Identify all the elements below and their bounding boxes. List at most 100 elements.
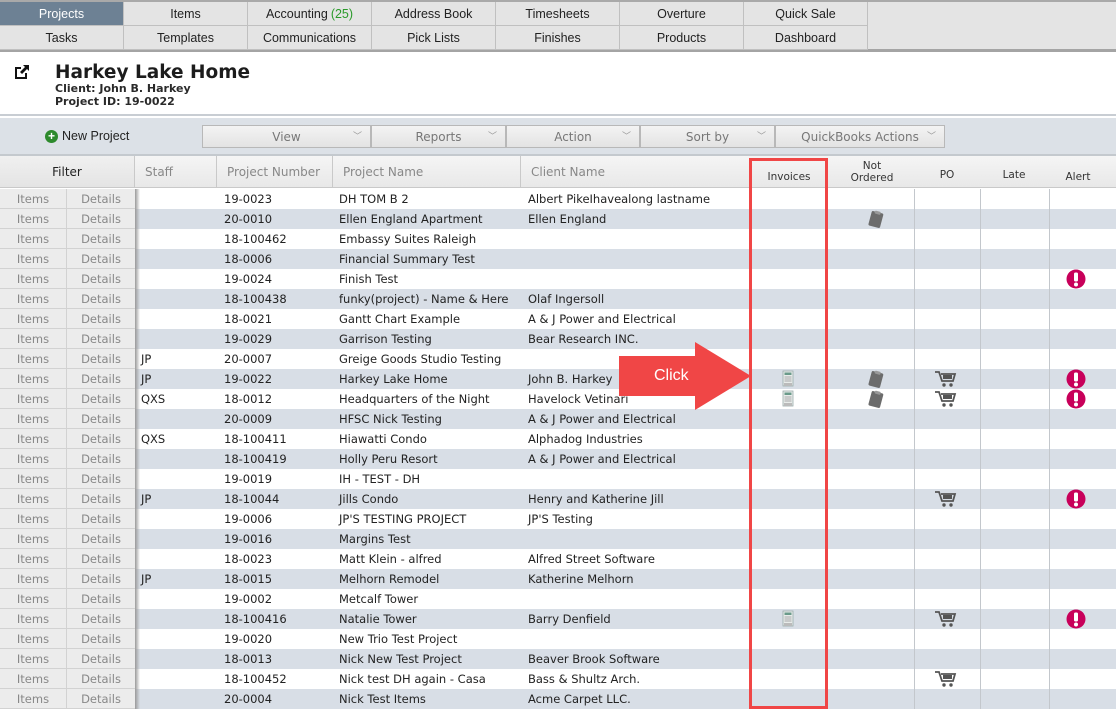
items-link[interactable]: Items bbox=[0, 209, 67, 229]
shopping-cart-icon[interactable] bbox=[933, 609, 959, 629]
project-name-cell[interactable]: Ellen England Apartment bbox=[339, 209, 483, 229]
project-row[interactable]: Items Details QXS 18-100411 Hiawatti Condo Al… bbox=[0, 429, 1116, 449]
details-link[interactable]: Details bbox=[67, 649, 135, 669]
items-link[interactable]: Items bbox=[0, 389, 67, 409]
items-link[interactable]: Items bbox=[0, 549, 67, 569]
project-row[interactable]: Items Details 20-0009 HFSC Nick Testing A & … bbox=[0, 409, 1116, 429]
alert-icon[interactable] bbox=[1065, 269, 1087, 289]
items-link[interactable]: Items bbox=[0, 449, 67, 469]
project-name-cell[interactable]: Jills Condo bbox=[339, 489, 398, 509]
details-link[interactable]: Details bbox=[67, 689, 135, 709]
column-staff[interactable]: Staff bbox=[135, 156, 217, 187]
nav-tab-items[interactable]: Items bbox=[124, 2, 248, 26]
project-name-cell[interactable]: funky(project) - Name & Here bbox=[339, 289, 509, 309]
column-project-number[interactable]: Project Number bbox=[217, 156, 333, 187]
items-link[interactable]: Items bbox=[0, 309, 67, 329]
column-project-name[interactable]: Project Name bbox=[333, 156, 521, 187]
project-row[interactable]: Items Details 19-0016 Margins Test bbox=[0, 529, 1116, 549]
project-name-cell[interactable]: Holly Peru Resort bbox=[339, 449, 438, 469]
project-row[interactable]: Items Details 19-0023 DH TOM B 2 Albert Pike… bbox=[0, 189, 1116, 209]
details-link[interactable]: Details bbox=[67, 529, 135, 549]
clipboard-icon[interactable] bbox=[864, 389, 888, 409]
column-client-name[interactable]: Client Name bbox=[521, 156, 750, 187]
project-row[interactable]: Items Details 18-0021 Gantt Chart Example A … bbox=[0, 309, 1116, 329]
project-row[interactable]: Items Details 19-0002 Metcalf Tower bbox=[0, 589, 1116, 609]
project-name-cell[interactable]: Nick New Test Project bbox=[339, 649, 462, 669]
project-row[interactable]: Items Details 19-0024 Finish Test bbox=[0, 269, 1116, 289]
nav-tab-quick-sale[interactable]: Quick Sale bbox=[744, 2, 868, 26]
details-link[interactable]: Details bbox=[67, 429, 135, 449]
details-link[interactable]: Details bbox=[67, 369, 135, 389]
project-row[interactable]: Items Details 18-100416 Natalie Tower Barry … bbox=[0, 609, 1116, 629]
quickbooks-actions-dropdown[interactable]: QuickBooks Actions ﹀ bbox=[775, 125, 945, 148]
project-row[interactable]: Items Details QXS 18-0012 Headquarters of th… bbox=[0, 389, 1116, 409]
details-link[interactable]: Details bbox=[67, 229, 135, 249]
column-po[interactable]: PO bbox=[914, 159, 980, 190]
project-name-cell[interactable]: Headquarters of the Night bbox=[339, 389, 490, 409]
project-row[interactable]: Items Details JP 18-0015 Melhorn Remodel Kath… bbox=[0, 569, 1116, 589]
project-row[interactable]: Items Details JP 19-0022 Harkey Lake Home Joh… bbox=[0, 369, 1116, 389]
items-link[interactable]: Items bbox=[0, 469, 67, 489]
shopping-cart-icon[interactable] bbox=[933, 369, 959, 389]
items-link[interactable]: Items bbox=[0, 609, 67, 629]
details-link[interactable]: Details bbox=[67, 409, 135, 429]
project-row[interactable]: Items Details 19-0020 New Trio Test Project bbox=[0, 629, 1116, 649]
details-link[interactable]: Details bbox=[67, 209, 135, 229]
project-name-cell[interactable]: HFSC Nick Testing bbox=[339, 409, 442, 429]
details-link[interactable]: Details bbox=[67, 189, 135, 209]
items-link[interactable]: Items bbox=[0, 589, 67, 609]
column-alert[interactable]: Alert bbox=[1048, 161, 1108, 192]
project-name-cell[interactable]: Greige Goods Studio Testing bbox=[339, 349, 501, 369]
nav-tab-address-book[interactable]: Address Book bbox=[372, 2, 496, 26]
project-row[interactable]: Items Details 18-100462 Embassy Suites Rale… bbox=[0, 229, 1116, 249]
clipboard-icon[interactable] bbox=[864, 209, 888, 229]
project-name-cell[interactable]: Gantt Chart Example bbox=[339, 309, 460, 329]
details-link[interactable]: Details bbox=[67, 329, 135, 349]
items-link[interactable]: Items bbox=[0, 569, 67, 589]
project-row[interactable]: Items Details 18-100419 Holly Peru Resort A … bbox=[0, 449, 1116, 469]
column-not-ordered[interactable]: Not Ordered bbox=[830, 156, 914, 187]
sort-by-dropdown[interactable]: Sort by ﹀ bbox=[640, 125, 775, 148]
nav-tab-communications[interactable]: Communications bbox=[248, 26, 372, 50]
nav-tab-products[interactable]: Products bbox=[620, 26, 744, 50]
project-row[interactable]: Items Details 18-0023 Matt Klein - alfred Al… bbox=[0, 549, 1116, 569]
details-link[interactable]: Details bbox=[67, 249, 135, 269]
details-link[interactable]: Details bbox=[67, 469, 135, 489]
items-link[interactable]: Items bbox=[0, 289, 67, 309]
project-name-cell[interactable]: Harkey Lake Home bbox=[339, 369, 448, 389]
project-name-cell[interactable]: New Trio Test Project bbox=[339, 629, 457, 649]
reports-dropdown[interactable]: Reports ﹀ bbox=[371, 125, 506, 148]
details-link[interactable]: Details bbox=[67, 309, 135, 329]
project-name-cell[interactable]: Financial Summary Test bbox=[339, 249, 475, 269]
project-row[interactable]: Items Details 20-0004 Nick Test Items Acme C… bbox=[0, 689, 1116, 709]
details-link[interactable]: Details bbox=[67, 669, 135, 689]
project-name-cell[interactable]: Margins Test bbox=[339, 529, 411, 549]
details-link[interactable]: Details bbox=[67, 489, 135, 509]
items-link[interactable]: Items bbox=[0, 429, 67, 449]
items-link[interactable]: Items bbox=[0, 369, 67, 389]
open-external-icon[interactable] bbox=[13, 63, 31, 81]
items-link[interactable]: Items bbox=[0, 269, 67, 289]
nav-tab-templates[interactable]: Templates bbox=[124, 26, 248, 50]
project-row[interactable]: Items Details 19-0029 Garrison Testing Bear … bbox=[0, 329, 1116, 349]
project-name-cell[interactable]: Melhorn Remodel bbox=[339, 569, 439, 589]
view-dropdown[interactable]: View ﹀ bbox=[202, 125, 371, 148]
action-dropdown[interactable]: Action ﹀ bbox=[506, 125, 640, 148]
project-name-cell[interactable]: IH - TEST - DH bbox=[339, 469, 420, 489]
project-row[interactable]: Items Details 19-0006 JP'S TESTING PROJECT J… bbox=[0, 509, 1116, 529]
nav-tab-timesheets[interactable]: Timesheets bbox=[496, 2, 620, 26]
project-row[interactable]: Items Details 18-0013 Nick New Test Project… bbox=[0, 649, 1116, 669]
details-link[interactable]: Details bbox=[67, 449, 135, 469]
project-name-cell[interactable]: Nick test DH again - Casa bbox=[339, 669, 486, 689]
details-link[interactable]: Details bbox=[67, 349, 135, 369]
items-link[interactable]: Items bbox=[0, 489, 67, 509]
project-row[interactable]: Items Details 19-0019 IH - TEST - DH bbox=[0, 469, 1116, 489]
details-link[interactable]: Details bbox=[67, 609, 135, 629]
nav-tab-projects[interactable]: Projects bbox=[0, 2, 124, 26]
items-link[interactable]: Items bbox=[0, 509, 67, 529]
items-link[interactable]: Items bbox=[0, 329, 67, 349]
project-name-cell[interactable]: Embassy Suites Raleigh bbox=[339, 229, 476, 249]
project-name-cell[interactable]: JP'S TESTING PROJECT bbox=[339, 509, 466, 529]
items-link[interactable]: Items bbox=[0, 249, 67, 269]
details-link[interactable]: Details bbox=[67, 569, 135, 589]
